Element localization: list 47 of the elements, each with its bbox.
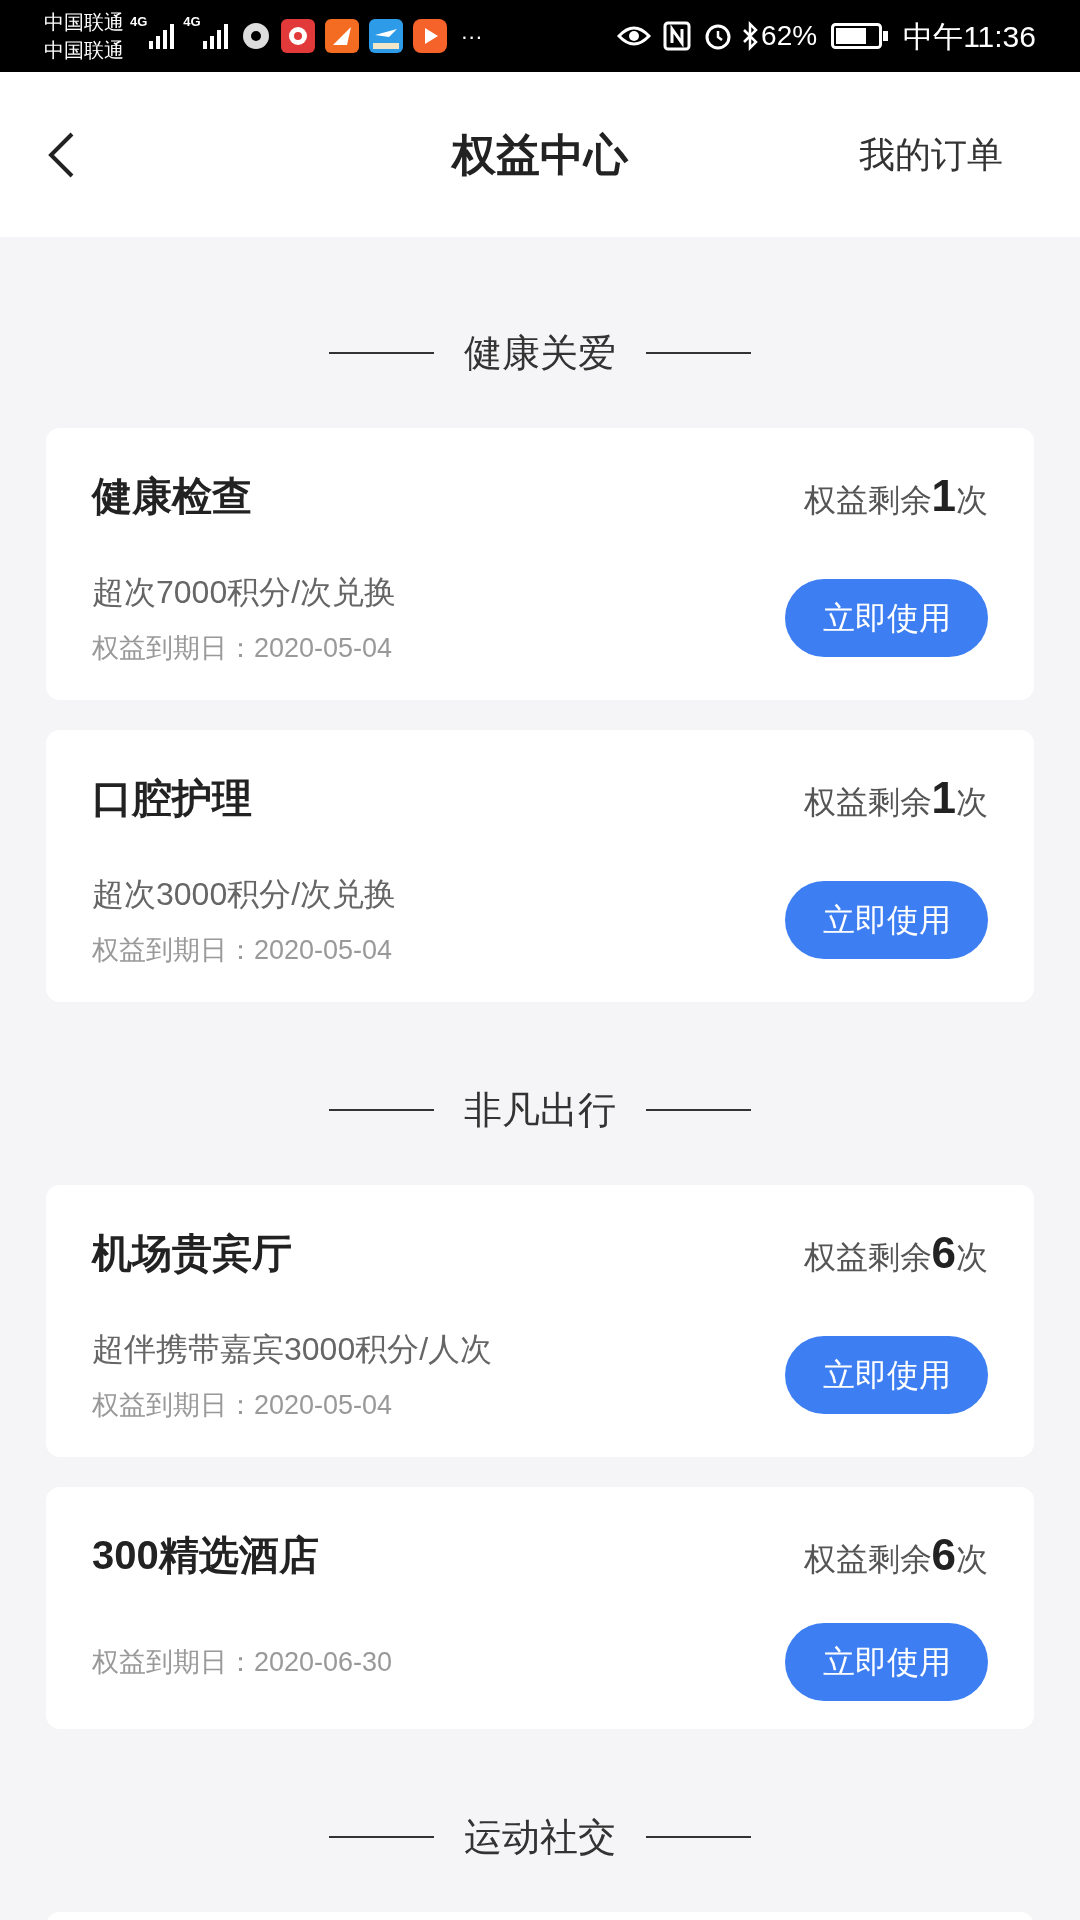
bluetooth-icon: [741, 21, 760, 51]
benefit-description: 超次7000积分/次兑换: [92, 573, 397, 612]
remaining-label: 权益剩余: [803, 1238, 932, 1277]
remaining-unit: 次: [956, 1238, 988, 1277]
expiry-date: 权益到期日：2020-06-30: [92, 1646, 393, 1679]
app-icon: [324, 19, 359, 53]
play-app-icon: [412, 19, 447, 53]
remaining-label: 权益剩余: [803, 481, 932, 520]
network-type: 4G: [183, 15, 201, 29]
use-now-button[interactable]: 立即使用: [785, 1623, 988, 1701]
page-title: 权益中心: [452, 128, 628, 181]
remaining-unit: 次: [956, 481, 988, 520]
remaining-count: 1: [931, 772, 956, 824]
network-type: 4G: [130, 15, 148, 29]
clock-time: 中午11:36: [903, 18, 1036, 55]
benefit-title: 口腔护理: [92, 775, 252, 822]
my-orders-link[interactable]: 我的订单: [859, 127, 1003, 182]
benefit-title: 机场贵宾厅: [92, 1230, 292, 1277]
remaining-unit: 次: [956, 1540, 988, 1579]
remaining-count: 6: [931, 1529, 956, 1581]
battery-icon: [831, 23, 890, 49]
section-title: 健康关爱: [464, 330, 616, 376]
expiry-date: 权益到期日：2020-05-04: [92, 934, 394, 967]
remaining-count: 1: [931, 470, 956, 522]
benefit-description: 超次3000积分/次兑换: [92, 875, 397, 914]
more-notifications: ···: [460, 22, 483, 51]
use-now-button[interactable]: 立即使用: [785, 1336, 988, 1414]
section-title: 运动社交: [464, 1814, 616, 1860]
carrier-name: 中国联通: [44, 10, 124, 35]
section-title: 非凡出行: [464, 1087, 616, 1133]
nfc-icon: [663, 21, 692, 51]
benefit-title: 300精选酒店: [92, 1532, 319, 1579]
app-icon: [240, 21, 271, 51]
remaining-label: 权益剩余: [803, 783, 932, 822]
remaining-count: 6: [931, 1227, 956, 1279]
signal-icon: [200, 21, 231, 51]
remaining-label: 权益剩余: [803, 1540, 932, 1579]
battery-percent: 62%: [761, 19, 818, 53]
use-now-button[interactable]: 立即使用: [785, 881, 988, 959]
carrier-name: 中国联通: [44, 38, 124, 63]
expiry-date: 权益到期日：2020-05-04: [92, 632, 394, 665]
expiry-date: 权益到期日：2020-05-04: [92, 1389, 394, 1422]
benefit-description: 超伴携带嘉宾3000积分/人次: [92, 1330, 493, 1369]
benefit-title: 健康检查: [92, 473, 252, 520]
plane-app-icon: [368, 19, 403, 53]
use-now-button[interactable]: 立即使用: [785, 579, 988, 657]
remaining-unit: 次: [956, 783, 988, 822]
